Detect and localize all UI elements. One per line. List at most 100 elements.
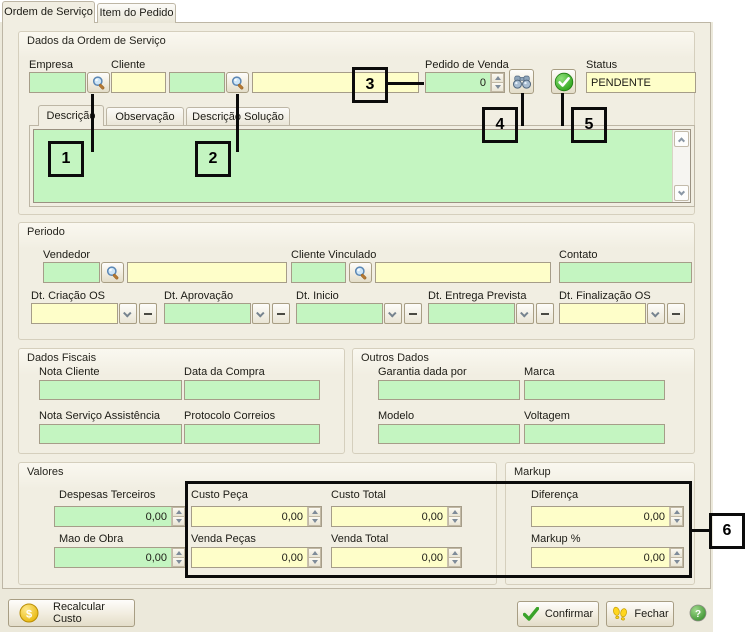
pedido-de-venda-spinner[interactable]: [490, 73, 504, 92]
callout-1: 1: [48, 141, 84, 177]
annotation-line-4: [521, 93, 524, 126]
minus-icon: [541, 313, 549, 315]
search-icon: [91, 75, 107, 91]
group-title: Dados Fiscais: [27, 352, 96, 364]
binoculars-icon: [512, 74, 532, 90]
empresa-search-button[interactable]: [87, 72, 110, 93]
dt-entrega-input[interactable]: [428, 303, 515, 324]
dt-aprovacao-dropdown-button[interactable]: [252, 303, 270, 324]
cliente-id-input[interactable]: [169, 72, 225, 93]
status-value-field: [586, 72, 696, 93]
cliente-vinculado-name-input[interactable]: [375, 262, 551, 283]
apply-pedido-button[interactable]: [551, 69, 576, 94]
dt-finalizacao-dropdown-button[interactable]: [647, 303, 665, 324]
status-label: Status: [586, 59, 617, 71]
vendedor-code-input[interactable]: [43, 262, 100, 283]
vendedor-name-input[interactable]: [127, 262, 287, 283]
tab-ordem-de-servico[interactable]: Ordem de Serviço: [2, 1, 95, 23]
dt-aprovacao-clear-button[interactable]: [272, 303, 290, 324]
despesas-spinedit: [54, 506, 186, 527]
mao-obra-label: Mao de Obra: [59, 533, 123, 545]
dt-entrega-dropdown-button[interactable]: [516, 303, 534, 324]
dt-finalizacao-label: Dt. Finalização OS: [559, 290, 651, 302]
nota-cliente-label: Nota Cliente: [39, 366, 100, 378]
cliente-search-button[interactable]: [226, 72, 249, 93]
check-icon: [523, 607, 539, 621]
voltagem-input[interactable]: [524, 424, 665, 444]
tab-descricao[interactable]: Descrição: [38, 105, 104, 126]
protocolo-label: Protocolo Correios: [184, 410, 275, 422]
chevron-down-icon: [256, 309, 264, 317]
dt-entrega-clear-button[interactable]: [536, 303, 554, 324]
scroll-up-button[interactable]: [674, 131, 689, 147]
fechar-button[interactable]: Fechar: [606, 601, 674, 627]
tab-observacao[interactable]: Observação: [106, 107, 184, 126]
contato-input[interactable]: [559, 262, 692, 283]
group-periodo: Periodo Vendedor Cliente Vinculado Conta…: [18, 222, 695, 340]
vendedor-search-button[interactable]: [101, 262, 124, 283]
dt-inicio-dropdown-button[interactable]: [384, 303, 402, 324]
spin-down-button[interactable]: [491, 83, 504, 92]
scroll-down-button[interactable]: [674, 185, 689, 201]
confirmar-button[interactable]: Confirmar: [517, 601, 599, 627]
despesas-input[interactable]: [55, 507, 171, 526]
svg-text:$: $: [26, 608, 32, 620]
spin-up-button[interactable]: [491, 73, 504, 83]
chevron-down-icon: [520, 309, 528, 317]
dt-criacao-dropdown-button[interactable]: [119, 303, 137, 324]
annotation-rectangle-6: [185, 481, 692, 578]
cliente-vinculado-code-input[interactable]: [291, 262, 346, 283]
mao-obra-spinner[interactable]: [171, 548, 185, 567]
dt-aprovacao-input[interactable]: [164, 303, 251, 324]
pedido-de-venda-label: Pedido de Venda: [425, 59, 509, 71]
callout-4: 4: [482, 107, 518, 143]
modelo-label: Modelo: [378, 410, 414, 422]
garantia-label: Garantia dada por: [378, 366, 467, 378]
protocolo-input[interactable]: [184, 424, 320, 444]
group-title: Dados da Ordem de Serviço: [27, 35, 166, 47]
minus-icon: [144, 313, 152, 315]
search-icon: [230, 75, 246, 91]
marca-input[interactable]: [524, 380, 665, 400]
help-button[interactable]: ?: [689, 604, 707, 622]
garantia-input[interactable]: [378, 380, 520, 400]
modelo-input[interactable]: [378, 424, 520, 444]
service-order-window: Ordem de Serviço Item do Pedido Dados da…: [0, 0, 750, 632]
dt-criacao-clear-button[interactable]: [139, 303, 157, 324]
dt-inicio-clear-button[interactable]: [404, 303, 422, 324]
despesas-label: Despesas Terceiros: [59, 489, 155, 501]
mao-obra-input[interactable]: [55, 548, 171, 567]
group-title: Periodo: [27, 226, 65, 238]
empresa-input[interactable]: [29, 72, 86, 93]
descricao-scrollbar[interactable]: [672, 130, 690, 202]
group-outros-dados: Outros Dados Garantia dada por Marca Mod…: [352, 348, 695, 454]
minus-icon: [277, 313, 285, 315]
search-pedido-button[interactable]: [509, 69, 534, 94]
annotation-line-5: [561, 93, 564, 126]
callout-3: 3: [352, 67, 388, 103]
chevron-down-icon: [651, 309, 659, 317]
pedido-de-venda-input[interactable]: [426, 73, 490, 92]
help-icon: ?: [689, 604, 707, 622]
cliente-code-input[interactable]: [111, 72, 166, 93]
nota-servico-input[interactable]: [39, 424, 182, 444]
group-dados-fiscais: Dados Fiscais Nota Cliente Data da Compr…: [18, 348, 345, 454]
nota-cliente-input[interactable]: [39, 380, 182, 400]
callout-2: 2: [195, 141, 231, 177]
dt-finalizacao-clear-button[interactable]: [667, 303, 685, 324]
dt-criacao-input[interactable]: [31, 303, 118, 324]
nota-servico-label: Nota Serviço Assistência: [39, 410, 160, 422]
data-compra-input[interactable]: [184, 380, 320, 400]
dt-inicio-input[interactable]: [296, 303, 383, 324]
marca-label: Marca: [524, 366, 555, 378]
coin-icon: $: [19, 603, 39, 623]
despesas-spinner[interactable]: [171, 507, 185, 526]
contato-label: Contato: [559, 249, 598, 261]
dt-finalizacao-input[interactable]: [559, 303, 646, 324]
recalcular-custo-button[interactable]: $ Recalcular Custo: [8, 599, 135, 627]
mao-obra-spinedit: [54, 547, 186, 568]
tab-item-do-pedido[interactable]: Item do Pedido: [97, 3, 176, 23]
annotation-line-1: [91, 94, 94, 152]
callout-6: 6: [709, 513, 745, 549]
cliente-vinculado-search-button[interactable]: [349, 262, 372, 283]
